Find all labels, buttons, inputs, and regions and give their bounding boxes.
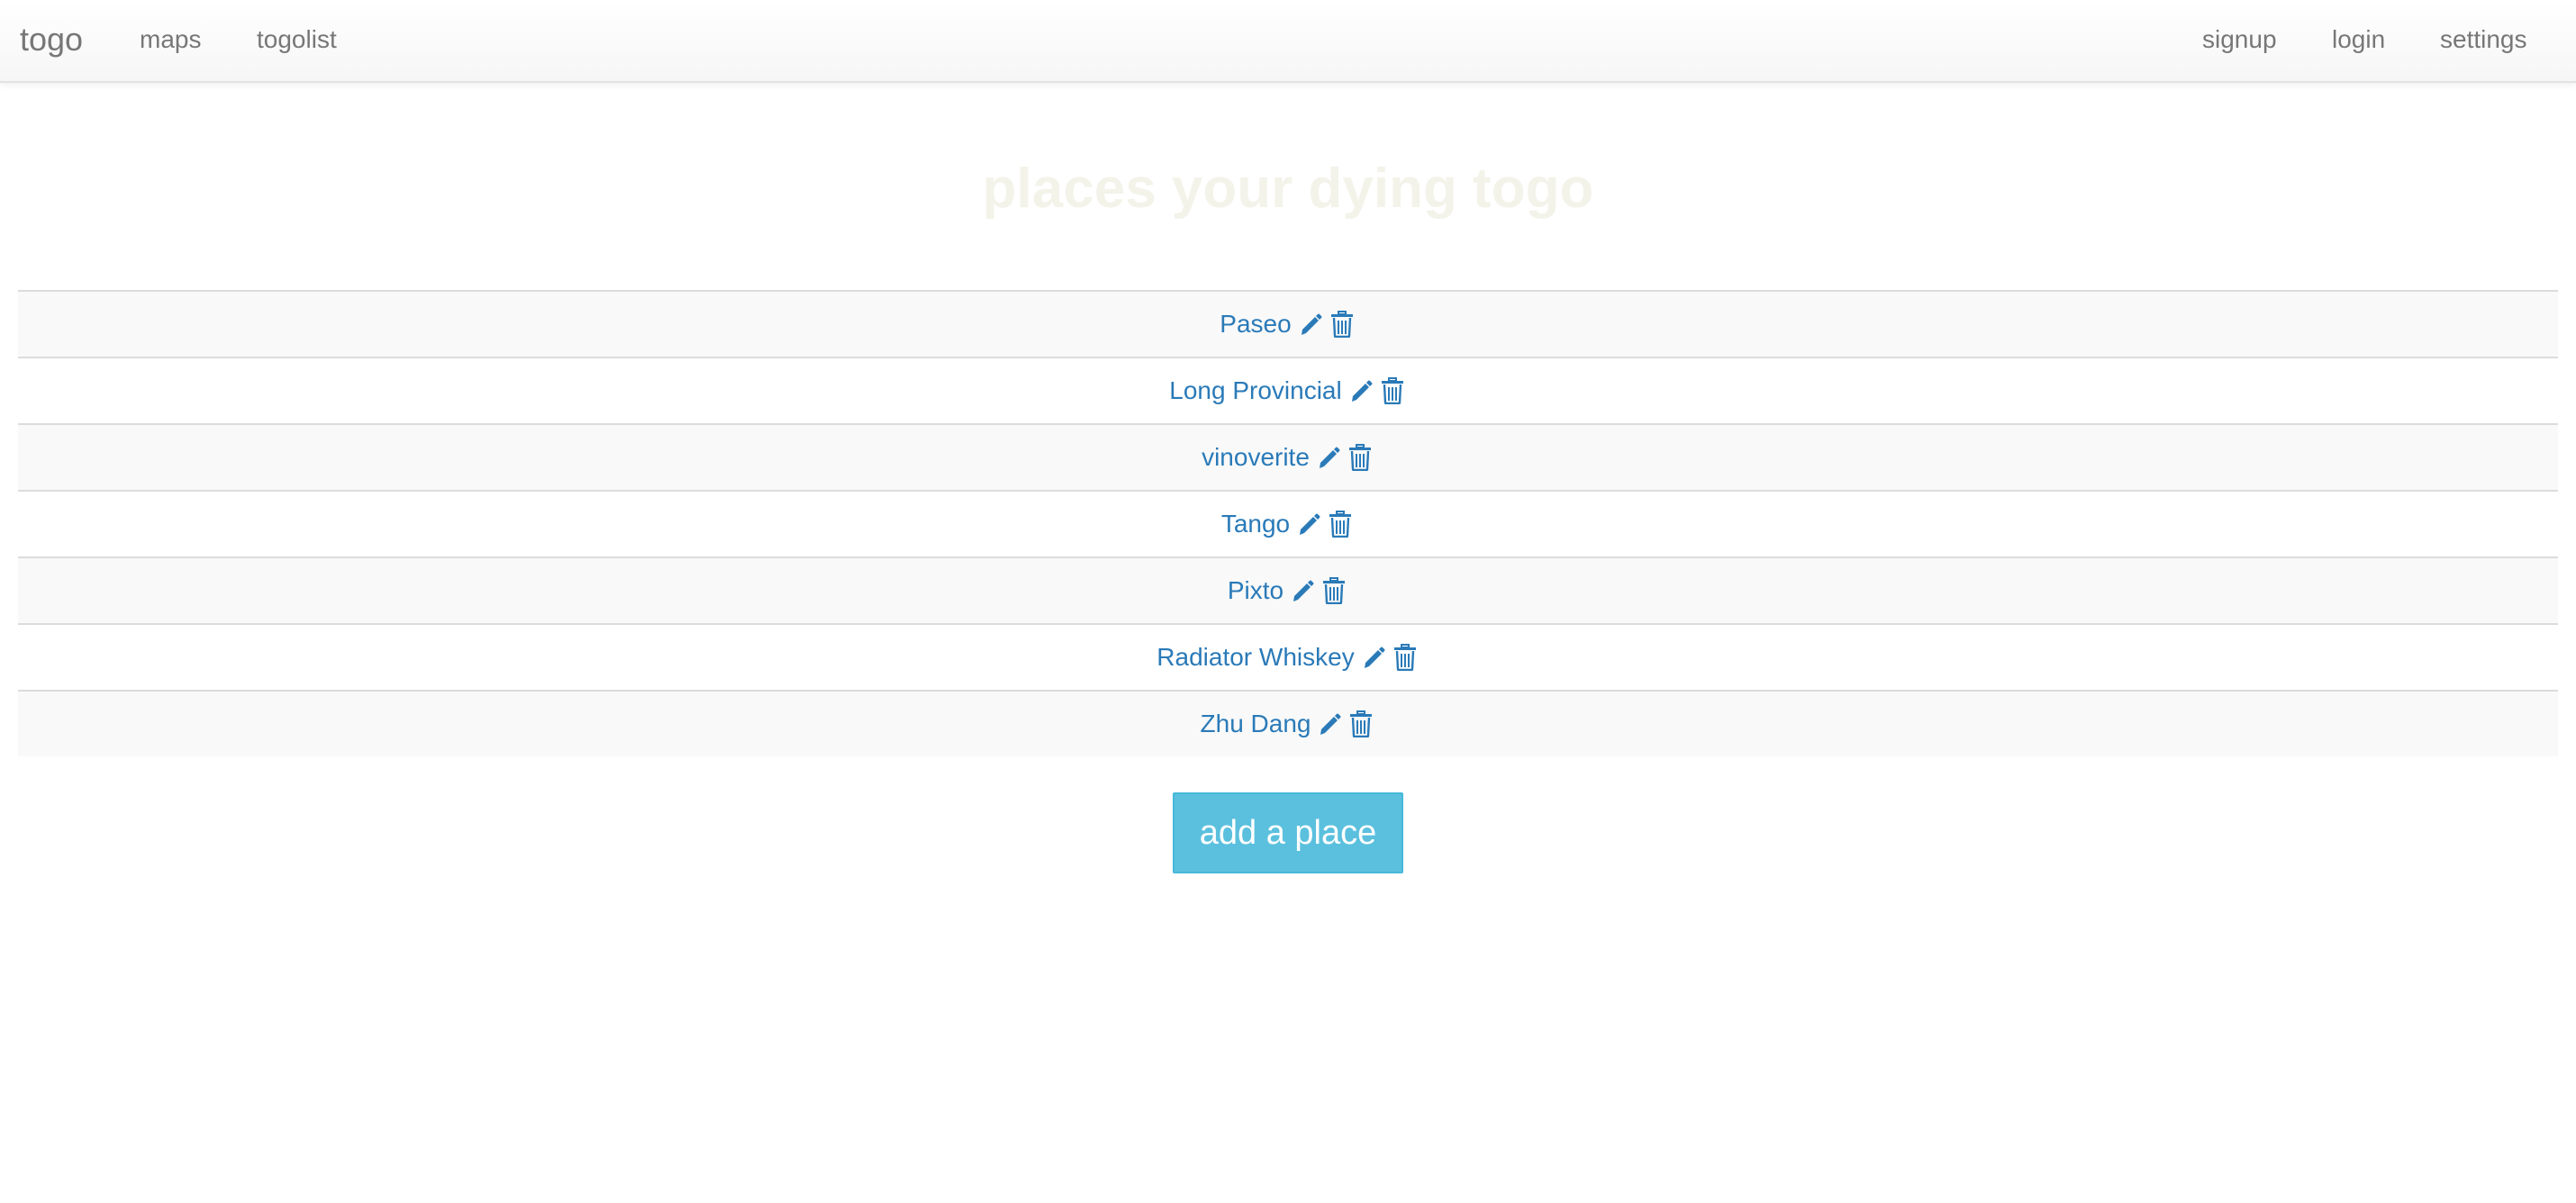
place-row: Radiator Whiskey <box>18 625 2558 692</box>
place-name-link[interactable]: Tango <box>1221 510 1290 538</box>
place-row: Long Provincial <box>18 358 2558 425</box>
nav-link-login[interactable]: login <box>2332 0 2385 81</box>
brand-link[interactable]: togo <box>20 0 83 81</box>
place-name-link[interactable]: vinoverite <box>1202 443 1310 472</box>
place-name-link[interactable]: Radiator Whiskey <box>1156 643 1354 672</box>
place-name-link[interactable]: Long Provincial <box>1169 376 1341 405</box>
pencil-icon[interactable] <box>1360 642 1389 673</box>
pencil-icon[interactable] <box>1315 442 1344 473</box>
pencil-icon[interactable] <box>1316 709 1345 739</box>
nav-link-maps[interactable]: maps <box>140 0 201 81</box>
trash-icon[interactable] <box>1378 375 1407 406</box>
top-navbar: togo maps togolist signup login settings <box>0 0 2576 83</box>
place-row: vinoverite <box>18 425 2558 492</box>
trash-icon[interactable] <box>1347 709 1375 739</box>
add-place-button[interactable]: add a place <box>1173 792 1403 873</box>
trash-icon[interactable] <box>1326 509 1355 539</box>
nav-link-settings[interactable]: settings <box>2440 0 2527 81</box>
pencil-icon[interactable] <box>1289 575 1318 606</box>
places-table: Paseo Long Provincial vinoverite Tango Pixto… <box>18 290 2558 756</box>
place-name-link[interactable]: Zhu Dang <box>1201 710 1311 738</box>
pencil-icon[interactable] <box>1297 309 1326 339</box>
place-row: Paseo <box>18 292 2558 358</box>
place-row: Tango <box>18 492 2558 558</box>
place-name-link[interactable]: Pixto <box>1228 576 1283 605</box>
pencil-icon[interactable] <box>1295 509 1324 539</box>
pencil-icon[interactable] <box>1347 375 1376 406</box>
trash-icon[interactable] <box>1320 575 1348 606</box>
trash-icon[interactable] <box>1346 442 1374 473</box>
nav-link-togolist[interactable]: togolist <box>257 0 337 81</box>
place-row: Zhu Dang <box>18 692 2558 756</box>
place-name-link[interactable]: Paseo <box>1220 310 1291 339</box>
place-row: Pixto <box>18 558 2558 625</box>
page-title: places your dying togo <box>982 158 1594 220</box>
nav-link-signup[interactable]: signup <box>2202 0 2277 81</box>
trash-icon[interactable] <box>1391 642 1420 673</box>
trash-icon[interactable] <box>1328 309 1356 339</box>
